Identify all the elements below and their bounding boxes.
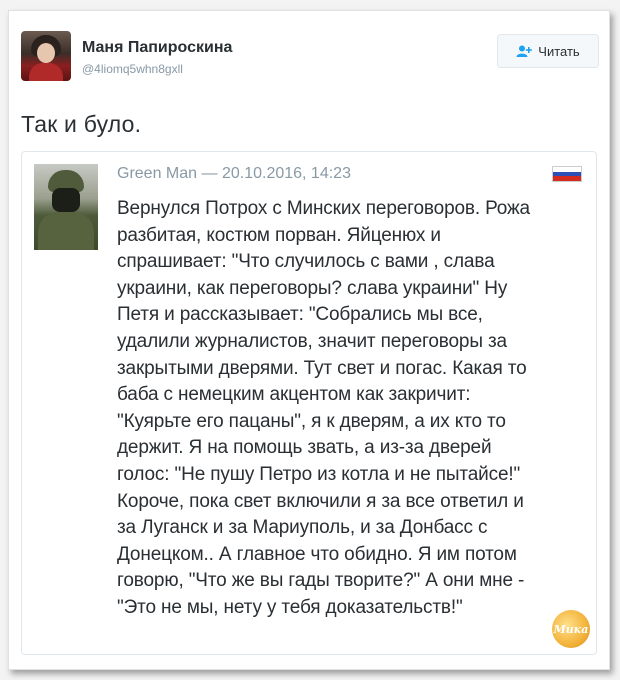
quoted-timestamp: 20.10.2016, 14:23 bbox=[221, 165, 351, 182]
user-handle[interactable]: @4liomq5whn8gxll bbox=[82, 62, 183, 76]
watermark-logo: Мика bbox=[552, 610, 590, 648]
add-user-icon bbox=[516, 45, 533, 57]
quoted-body-text: Вернулся Потрох с Минских переговоров. Р… bbox=[117, 198, 530, 618]
display-name[interactable]: Маня Папироскина bbox=[82, 39, 232, 57]
quoted-meta: Green Man — 20.10.2016, 14:23 bbox=[117, 165, 351, 183]
meta-separator: — bbox=[201, 165, 218, 182]
quoted-author-avatar[interactable] bbox=[34, 164, 98, 250]
tweet-header: Маня Папироскина @4liomq5whn8gxll Читать bbox=[21, 31, 601, 91]
user-avatar[interactable] bbox=[21, 31, 71, 81]
russia-flag-icon bbox=[552, 166, 582, 182]
quoted-post[interactable]: Green Man — 20.10.2016, 14:23 Вернулся П… bbox=[21, 151, 597, 655]
follow-button[interactable]: Читать bbox=[497, 34, 599, 68]
tweet-text: Так и було. bbox=[21, 111, 142, 137]
follow-button-label: Читать bbox=[538, 43, 580, 59]
tweet-card: Маня Папироскина @4liomq5whn8gxll Читать… bbox=[8, 10, 610, 670]
quoted-author-name[interactable]: Green Man bbox=[117, 165, 197, 182]
